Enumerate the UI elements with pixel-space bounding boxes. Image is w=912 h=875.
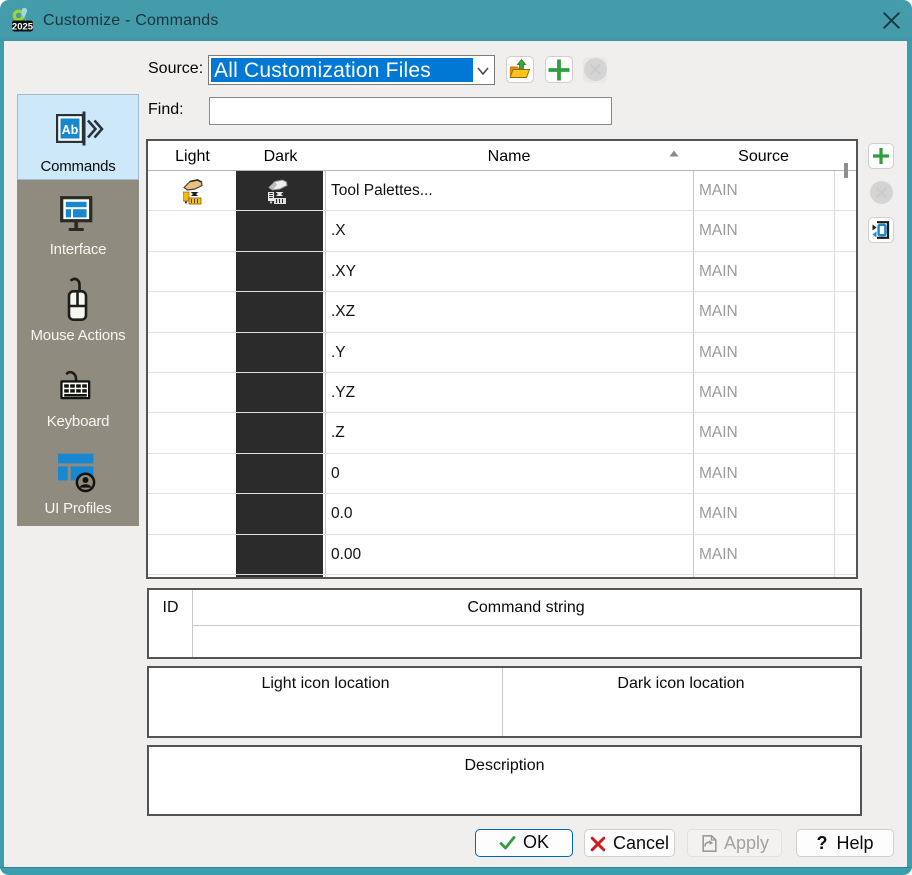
svg-text:2025: 2025 xyxy=(12,22,34,32)
svg-text:Ab: Ab xyxy=(62,123,79,137)
